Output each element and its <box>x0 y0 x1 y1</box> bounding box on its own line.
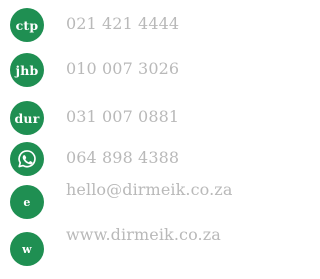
contact-row-jhb[interactable]: jhb 010 007 3026 <box>0 53 270 87</box>
whatsapp-phone[interactable]: 064 898 4388 <box>66 148 179 167</box>
ctp-badge: ctp <box>10 8 44 42</box>
ctp-badge-label: ctp <box>15 17 39 33</box>
dur-badge: dur <box>10 101 44 135</box>
email-address[interactable]: hello@dirmeik.co.za <box>66 180 232 199</box>
dur-phone[interactable]: 031 007 0881 <box>66 107 179 126</box>
whatsapp-icon <box>18 150 36 168</box>
jhb-badge: jhb <box>10 53 44 87</box>
jhb-badge-label: jhb <box>15 62 39 78</box>
contact-row-website[interactable]: w www.dirmeik.co.za <box>0 225 270 266</box>
contact-row-ctp[interactable]: ctp 021 421 4444 <box>0 8 270 42</box>
website-badge-label: w <box>22 242 32 256</box>
dur-badge-label: dur <box>14 110 40 126</box>
contact-row-whatsapp[interactable]: 064 898 4388 <box>0 142 270 176</box>
email-badge: e <box>10 185 44 219</box>
contact-list: ctp 021 421 4444 jhb 010 007 3026 dur 03… <box>0 0 270 279</box>
whatsapp-badge <box>10 142 44 176</box>
website-link[interactable]: www.dirmeik.co.za <box>66 225 221 244</box>
website-badge: w <box>10 232 44 266</box>
jhb-phone[interactable]: 010 007 3026 <box>66 59 179 78</box>
contact-row-email[interactable]: e hello@dirmeik.co.za <box>0 180 270 219</box>
contact-row-dur[interactable]: dur 031 007 0881 <box>0 101 270 135</box>
email-badge-label: e <box>23 195 31 209</box>
ctp-phone[interactable]: 021 421 4444 <box>66 14 179 33</box>
